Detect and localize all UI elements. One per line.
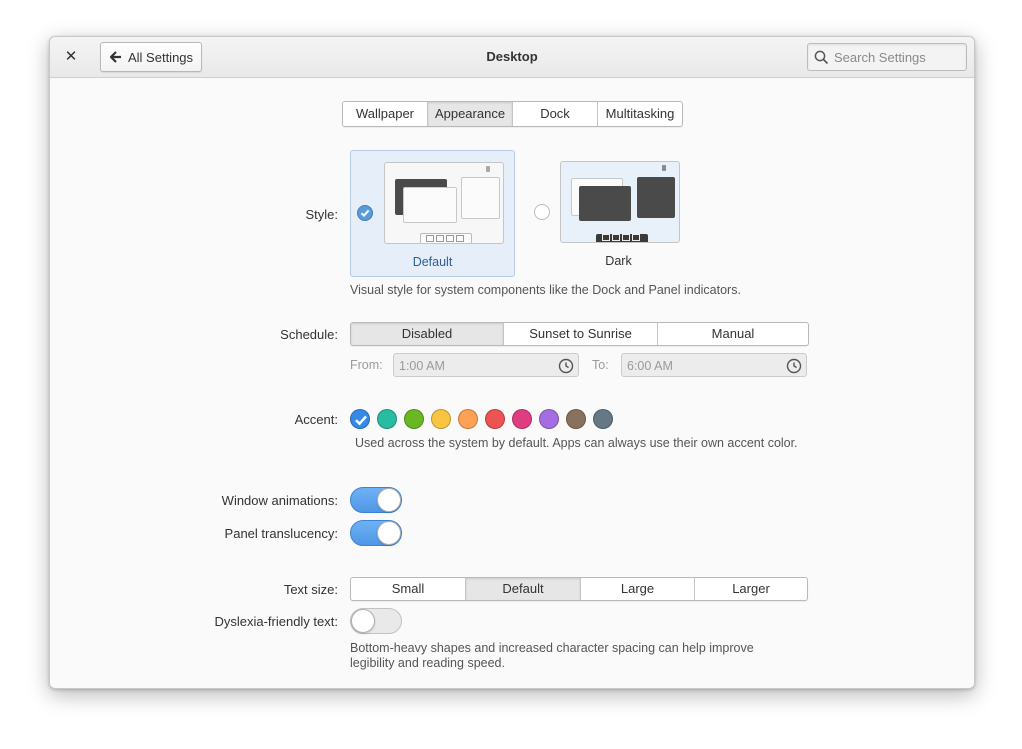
schedule-label: Schedule: [280,327,338,342]
style-default-label: Default [412,255,453,269]
check-icon [360,209,370,218]
search-icon [814,50,829,65]
accent-swatch[interactable] [512,409,532,429]
panel-translucency-label: Panel translucency: [224,526,338,541]
style-description: Visual style for system components like … [350,283,741,297]
clock-icon [558,358,574,374]
style-option-default[interactable]: Default [350,150,515,277]
window-animations-switch[interactable] [350,487,402,513]
dark-style-preview [560,161,680,243]
style-dark-label: Dark [605,254,632,268]
appearance-panel: Wallpaper Appearance Dock Multitasking S… [50,78,974,688]
back-arrow-icon [109,51,121,63]
accent-swatch[interactable] [350,409,370,429]
settings-window: ✕ All Settings Desktop Wallpaper Appeara… [49,36,975,689]
text-size-small[interactable]: Small [351,578,466,600]
dyslexia-switch[interactable] [350,608,402,634]
text-size-label: Text size: [283,582,338,597]
switch-knob [377,488,401,512]
dyslexia-description-line1: Bottom-heavy shapes and increased charac… [350,641,754,655]
accent-swatch[interactable] [485,409,505,429]
style-default-radio[interactable] [357,205,373,221]
to-label: To: [592,358,609,372]
text-size-default[interactable]: Default [466,578,581,600]
accent-swatch[interactable] [431,409,451,429]
accent-swatch[interactable] [593,409,613,429]
check-icon [355,415,367,426]
schedule-sunset-to-sunrise[interactable]: Sunset to Sunrise [504,323,658,345]
default-style-preview [384,162,504,244]
search-input[interactable] [834,44,960,70]
clock-icon [786,358,802,374]
accent-swatch[interactable] [377,409,397,429]
text-size-selector: Small Default Large Larger [350,577,808,601]
accent-description: Used across the system by default. Apps … [355,436,798,450]
schedule-selector: Disabled Sunset to Sunrise Manual [350,322,809,346]
close-icon: ✕ [64,48,78,65]
schedule-disabled[interactable]: Disabled [351,323,504,345]
style-option-dark[interactable]: Dark [531,150,694,275]
search-box[interactable] [807,43,967,71]
accent-swatch[interactable] [404,409,424,429]
style-label: Style: [305,207,338,222]
accent-swatch[interactable] [539,409,559,429]
switch-knob [351,609,375,633]
schedule-manual[interactable]: Manual [658,323,808,345]
desktop-tabs: Wallpaper Appearance Dock Multitasking [342,101,683,127]
accent-label: Accent: [294,412,338,427]
switch-knob [377,521,401,545]
all-settings-button[interactable]: All Settings [100,42,203,72]
dyslexia-description-line2: legibility and reading speed. [350,656,505,670]
accent-swatch[interactable] [458,409,478,429]
style-dark-radio[interactable] [534,204,550,220]
from-time-field[interactable]: 1:00 AM [393,353,579,377]
tab-appearance[interactable]: Appearance [428,102,513,126]
header-bar: ✕ All Settings Desktop [50,37,974,78]
text-size-large[interactable]: Large [581,578,695,600]
window-animations-label: Window animations: [221,493,338,508]
panel-translucency-switch[interactable] [350,520,402,546]
close-button[interactable]: ✕ [60,46,82,68]
text-size-larger[interactable]: Larger [695,578,807,600]
accent-swatch[interactable] [566,409,586,429]
tab-dock[interactable]: Dock [513,102,598,126]
dyslexia-label: Dyslexia-friendly text: [214,614,338,629]
all-settings-label: All Settings [128,49,194,65]
tab-wallpaper[interactable]: Wallpaper [343,102,428,126]
tab-multitasking[interactable]: Multitasking [598,102,682,126]
to-time-value: 6:00 AM [627,359,673,373]
from-time-value: 1:00 AM [399,359,445,373]
from-label: From: [350,358,383,372]
to-time-field[interactable]: 6:00 AM [621,353,807,377]
